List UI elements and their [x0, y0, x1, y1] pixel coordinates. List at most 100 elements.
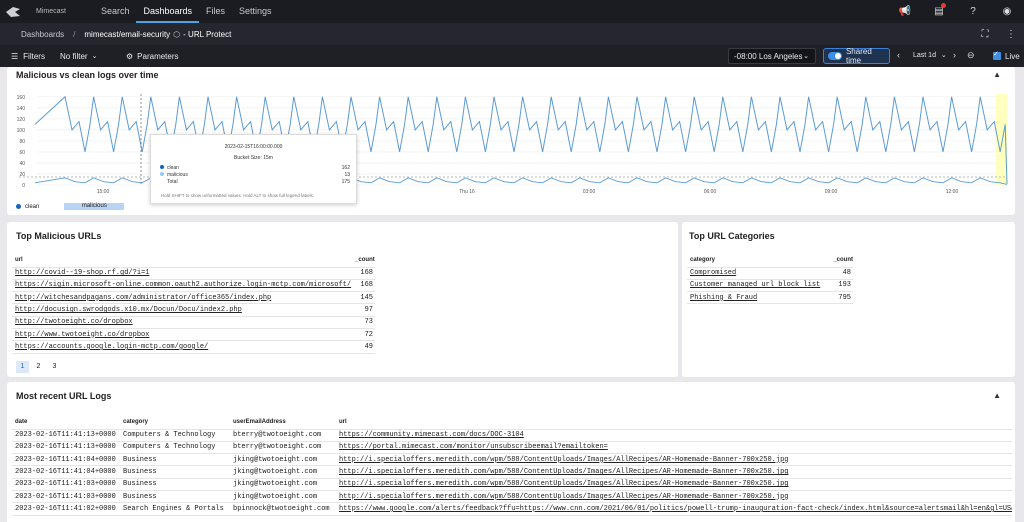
- x-tick-label: Thu 16: [459, 189, 475, 195]
- category-link[interactable]: Customer managed url block list: [690, 281, 820, 289]
- recent-url-logs-panel: Most recent URL Logs ▲ date category use…: [7, 382, 1015, 522]
- url-link[interactable]: http://www.twotoeight.co/dropbox: [15, 331, 149, 339]
- email-cell: jking@twotoeight.com: [233, 468, 318, 477]
- url-link[interactable]: http://twotoeight.co/dropbox: [15, 318, 133, 326]
- table-row: https://sigin.microsoft-online.common.oa…: [12, 279, 375, 292]
- table-row: 2023-02-16T11:41:13+0000 Computers & Tech…: [12, 429, 1012, 442]
- email-cell: bterry@twotoeight.com: [233, 443, 322, 452]
- page-1-button[interactable]: 1: [16, 361, 29, 373]
- email-cell: bpinnock@twotoeight.com: [233, 504, 330, 513]
- time-range-select[interactable]: Last 1d ⌄: [913, 51, 947, 59]
- category-link[interactable]: Phishing & Fraud: [690, 294, 757, 302]
- timezone-select[interactable]: -08:00 Los Angeles ⌄: [728, 48, 816, 64]
- column-header-count[interactable]: _count: [832, 254, 853, 267]
- count-cell: 73: [364, 318, 373, 327]
- url-link[interactable]: http://i.specialoffers.meredith.com/wpm/…: [339, 468, 788, 476]
- email-cell: jking@twotoeight.com: [233, 492, 318, 501]
- breadcrumb-path: mimecast/email-security: [84, 29, 171, 39]
- top-url-categories-panel: Top URL Categories category _count Compr…: [682, 222, 1015, 377]
- column-header-user-email[interactable]: userEmailAddress: [233, 415, 339, 429]
- category-cell: Computers & Technology: [123, 443, 216, 452]
- live-label: Live: [1005, 51, 1020, 61]
- shared-time-toggle[interactable]: Shared time: [823, 47, 890, 65]
- breadcrumb-dashboards[interactable]: Dashboards: [21, 30, 64, 39]
- panel-title: Top Malicious URLs: [16, 231, 102, 241]
- category-cell: Business: [123, 455, 157, 464]
- legend-item-malicious[interactable]: malicious: [64, 203, 125, 210]
- app-logo-icon[interactable]: [0, 6, 26, 18]
- top-categories-table: category _count Compromised 48 Customer ma…: [687, 254, 853, 304]
- column-header-url[interactable]: url: [12, 254, 355, 267]
- nav-settings[interactable]: Settings: [232, 0, 279, 23]
- url-link[interactable]: http://covid--19-shop.rf.gd/?i=1: [15, 269, 149, 277]
- column-header-date[interactable]: date: [12, 415, 123, 429]
- url-link[interactable]: https://portal.mimecast.com/monitor/unsu…: [339, 443, 608, 451]
- table-row: 2023-02-16T11:41:02+0000 Search Engines &…: [12, 503, 1012, 516]
- count-cell: 193: [838, 281, 851, 290]
- count-cell: 795: [838, 293, 851, 302]
- page-2-button[interactable]: 2: [32, 361, 45, 373]
- fullscreen-icon[interactable]: ⛶: [972, 29, 998, 40]
- category-link[interactable]: Compromised: [690, 269, 736, 277]
- email-cell: jking@twotoeight.com: [233, 480, 318, 489]
- url-link[interactable]: https://www.google.com/alerts/feedback?f…: [339, 505, 1012, 513]
- parameters-button[interactable]: ⚙ Parameters: [126, 52, 179, 61]
- help-icon[interactable]: ?: [956, 6, 990, 17]
- column-header-category[interactable]: category: [687, 254, 832, 267]
- column-header-category[interactable]: category: [123, 415, 233, 429]
- nav-dashboards[interactable]: Dashboards: [136, 0, 200, 23]
- live-checkbox[interactable]: Live: [993, 50, 1020, 61]
- count-cell: 49: [364, 342, 373, 351]
- chevron-right-icon[interactable]: ›: [953, 50, 956, 60]
- warning-icon[interactable]: ▲: [993, 391, 1001, 400]
- x-tick-label: 15:00: [97, 189, 110, 195]
- column-header-url[interactable]: url: [339, 415, 1012, 429]
- url-link[interactable]: http://i.specialoffers.meredith.com/wpm/…: [339, 480, 788, 488]
- zoom-out-icon[interactable]: ⊖: [967, 50, 975, 61]
- count-cell: 48: [842, 269, 851, 278]
- y-tick-label: 0: [22, 183, 25, 189]
- nav-search[interactable]: Search: [94, 0, 137, 23]
- no-filter-dropdown[interactable]: No filter ⌄: [60, 52, 97, 61]
- table-row: http://covid--19-shop.rf.gd/?i=1 168: [12, 267, 375, 280]
- page-3-button[interactable]: 3: [48, 361, 61, 373]
- chevron-left-icon[interactable]: ‹: [897, 50, 900, 60]
- url-link[interactable]: http://docusign.swrodgods.x10.mx/Docun/D…: [15, 306, 242, 314]
- tooltip-time: 2023-02-15T16:00:00.000: [224, 144, 283, 150]
- table-row: Customer managed url block list 193: [687, 279, 853, 292]
- nav-files[interactable]: Files: [199, 0, 232, 23]
- chat-icon[interactable]: ▤: [922, 3, 956, 17]
- x-tick-label: 03:00: [583, 189, 596, 195]
- chevron-down-icon: ⌄: [803, 53, 809, 60]
- cube-icon: ⬡: [173, 29, 181, 39]
- parameters-label: Parameters: [137, 51, 179, 61]
- y-tick-label: 60: [19, 150, 25, 156]
- date-cell: 2023-02-16T11:41:03+0000: [15, 492, 116, 501]
- table-row: 2023-02-16T11:41:13+0000 Computers & Tech…: [12, 441, 1012, 454]
- shared-time-label: Shared time: [845, 47, 872, 65]
- date-cell: 2023-02-16T11:41:04+0000: [15, 455, 116, 464]
- y-tick-label: 80: [19, 139, 25, 145]
- table-row: 2023-02-16T11:41:03+0000 Business jking@tw…: [12, 490, 1012, 503]
- url-link[interactable]: http://witchesandpagans.com/administrato…: [15, 294, 271, 302]
- table-row: 2023-02-16T11:41:03+0000 Business jking@tw…: [12, 478, 1012, 491]
- url-link[interactable]: https://community.mimecast.com/docs/DOC-…: [339, 431, 524, 439]
- megaphone-icon[interactable]: 📢: [888, 6, 922, 17]
- y-tick-label: 40: [19, 161, 25, 167]
- legend-item-clean[interactable]: clean: [16, 204, 39, 210]
- url-link[interactable]: http://i.specialoffers.meredith.com/wpm/…: [339, 456, 788, 464]
- filters-button[interactable]: ☰ Filters: [11, 52, 45, 61]
- url-link[interactable]: https://sigin.microsoft-online.common.oa…: [15, 281, 351, 289]
- count-cell: 72: [364, 330, 373, 339]
- user-icon[interactable]: ◉: [990, 6, 1024, 17]
- url-link[interactable]: http://i.specialoffers.meredith.com/wpm/…: [339, 493, 788, 501]
- recent-logs-table: date category userEmailAddress url 2023-…: [12, 415, 1012, 516]
- top-malicious-urls-panel: Top Malicious URLs url _count http://cov…: [7, 222, 678, 377]
- panel-title: Top URL Categories: [689, 231, 775, 241]
- more-options-icon[interactable]: ⋮: [998, 29, 1024, 40]
- date-cell: 2023-02-16T11:41:13+0000: [15, 431, 116, 440]
- column-header-count[interactable]: _count: [355, 254, 375, 267]
- panel-title: Most recent URL Logs: [16, 391, 112, 401]
- url-link[interactable]: https://accounts.google.login-mctp.com/g…: [15, 343, 208, 351]
- date-cell: 2023-02-16T11:41:02+0000: [15, 504, 116, 513]
